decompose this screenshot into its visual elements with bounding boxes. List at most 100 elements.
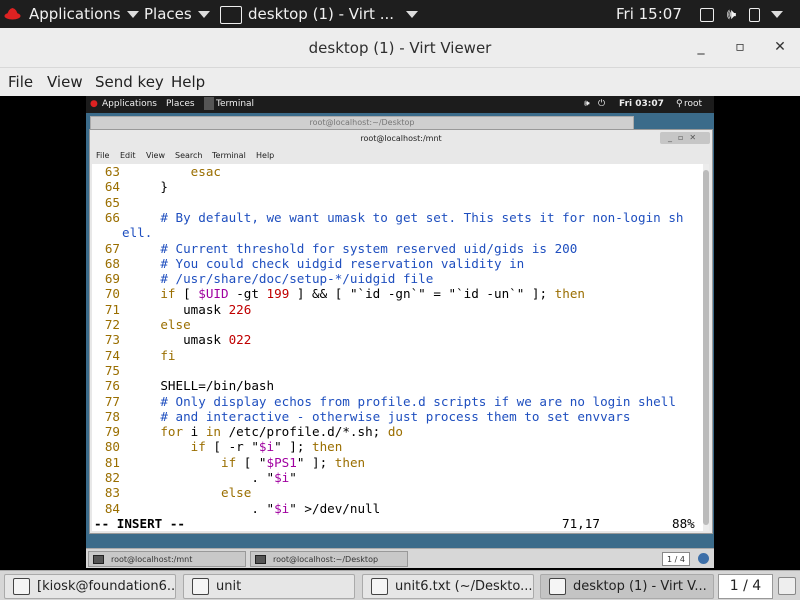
terminal-icon	[13, 578, 30, 595]
term-menu-terminal[interactable]: Terminal	[212, 151, 246, 160]
line-text: # You could check uidgid reservation val…	[130, 255, 525, 271]
host-top-panel: Applications Places desktop (1) - Virt .…	[0, 0, 800, 28]
places-menu[interactable]: Places	[144, 0, 210, 28]
viewer-titlebar: desktop (1) - Virt Viewer _ ▫ ✕	[0, 28, 800, 68]
terminal-title: root@localhost:/mnt	[360, 134, 442, 143]
terminal-window-controls[interactable]: _▫✕	[660, 132, 710, 144]
active-window-menu[interactable]: desktop (1) - Virt ...	[220, 0, 419, 28]
applications-menu[interactable]: Applications	[29, 0, 139, 28]
term-menu-help[interactable]: Help	[256, 151, 274, 160]
host-task-virt-viewer[interactable]: desktop (1) - Virt V...	[540, 574, 714, 599]
guest-top-panel: ● Applications Places Terminal 🕪 ⏻ Fri 0…	[86, 96, 714, 113]
host-workspace-pager[interactable]: 1 / 4	[718, 574, 773, 599]
line-number: 69	[104, 271, 120, 287]
host-task-label: unit	[216, 579, 242, 594]
power-icon: ⏻	[598, 99, 606, 109]
line-text: # /usr/share/doc/setup-*/uidgid file	[130, 271, 434, 287]
line-text: if [ -r "$i" ]; then	[190, 439, 343, 455]
guest-workspace-pager[interactable]: 1 / 4	[662, 552, 690, 566]
term-menu-edit[interactable]: Edit	[120, 151, 136, 160]
term-menu-file[interactable]: File	[96, 151, 109, 160]
guest-desktop[interactable]: ● Applications Places Terminal 🕪 ⏻ Fri 0…	[86, 96, 714, 568]
terminal-window[interactable]: root@localhost:/mnt _▫✕ File Edit View S…	[89, 129, 713, 534]
line-text: . "$i" >/dev/null	[130, 500, 381, 516]
editor-line: 80 if [ -r "$i" ]; then	[92, 439, 343, 455]
term-menu-search[interactable]: Search	[175, 151, 202, 160]
line-text: . "$i"	[130, 470, 297, 485]
viewer-title: desktop (1) - Virt Viewer	[308, 39, 492, 57]
status-icons[interactable]: 🕪	[700, 0, 783, 28]
line-number: 64	[104, 179, 120, 195]
editor-line: 74 fi	[92, 348, 176, 363]
guest-task-mnt[interactable]: root@localhost:/mnt	[88, 551, 246, 567]
chevron-down-icon	[197, 11, 210, 18]
line-number: 68	[104, 255, 120, 271]
guest-task-label: root@localhost:/mnt	[111, 555, 193, 564]
editor-line: 68 # You could check uidgid reservation …	[92, 256, 524, 271]
minimize-button[interactable]: _	[693, 39, 709, 55]
host-clock-label: Fri 15:07	[616, 5, 682, 23]
guest-clock[interactable]: Fri 03:07	[619, 99, 664, 109]
term-menu-view[interactable]: View	[146, 151, 165, 160]
volume-icon: 🕪	[726, 5, 737, 23]
host-clock[interactable]: Fri 15:07	[616, 0, 682, 28]
guest-notification-icon[interactable]	[698, 553, 709, 564]
menu-view[interactable]: View	[47, 73, 83, 91]
host-task-unit6[interactable]: unit6.txt (~/Deskto...	[362, 574, 534, 599]
background-terminal-titlebar[interactable]: root@localhost:~/Desktop	[90, 116, 634, 130]
menu-help[interactable]: Help	[171, 73, 205, 91]
guest-task-label: root@localhost:~/Desktop	[273, 555, 379, 564]
guest-places-menu[interactable]: Places	[166, 99, 195, 109]
guest-task-desktop[interactable]: root@localhost:~/Desktop	[250, 551, 408, 567]
battery-icon	[749, 7, 761, 22]
line-number: 67	[104, 240, 120, 256]
line-text: else	[160, 317, 191, 332]
editor-line: 76 SHELL=/bin/bash	[92, 378, 274, 393]
terminal-icon	[93, 555, 104, 564]
editor-line: 64 }	[92, 179, 168, 194]
accessibility-icon	[700, 7, 714, 22]
line-text: umask 022	[130, 332, 252, 348]
notification-icon[interactable]	[778, 577, 796, 595]
editor-line: 81 if [ "$PS1" ]; then	[92, 455, 365, 470]
line-text: for i in /etc/profile.d/*.sh; do	[160, 424, 403, 440]
line-text: else	[221, 485, 252, 501]
menu-send-key[interactable]: Send key	[95, 73, 164, 91]
guest-terminal-menu[interactable]: Terminal	[216, 99, 254, 109]
editor-line: 70 if [ $UID -gt 199 ] && [ "`id -gn`" =…	[92, 286, 585, 301]
close-button[interactable]: ✕	[772, 39, 788, 55]
monitor-icon	[549, 578, 566, 595]
line-text: fi	[160, 347, 176, 363]
editor-line: 84 . "$i" >/dev/null	[92, 501, 380, 516]
editor-line: 83 else	[92, 485, 252, 501]
host-task-label: unit6.txt (~/Deskto...	[395, 579, 533, 594]
editor-line: 72 else	[92, 317, 191, 332]
line-number: 75	[104, 362, 120, 378]
scrollbar-thumb[interactable]	[703, 170, 709, 525]
guest-taskbar: root@localhost:/mnt root@localhost:~/Des…	[86, 548, 714, 568]
line-number: 79	[104, 424, 120, 440]
redhat-icon	[4, 8, 21, 20]
host-task-unit[interactable]: unit	[183, 574, 355, 599]
viewer-menubar: File View Send key Help	[0, 68, 800, 96]
line-text: # and interactive - otherwise just proce…	[130, 408, 631, 424]
maximize-button[interactable]: ▫	[732, 39, 748, 55]
guest-user-menu[interactable]: root	[684, 99, 702, 109]
line-number: 83	[104, 485, 120, 501]
volume-icon: 🕪	[584, 99, 590, 109]
monitor-icon	[220, 5, 242, 24]
editor-line: 67 # Current threshold for system reserv…	[92, 240, 578, 256]
line-number: 70	[104, 286, 120, 302]
line-number: 80	[104, 439, 120, 455]
editor-line: 77 # Only display echos from profile.d s…	[92, 394, 676, 409]
line-number: 82	[104, 470, 120, 485]
line-number: 71	[104, 301, 120, 317]
terminal-scrollbar[interactable]	[703, 164, 709, 531]
menu-file[interactable]: File	[8, 73, 33, 91]
host-task-kiosk[interactable]: [kiosk@foundation6...	[4, 574, 176, 599]
line-number: 73	[104, 332, 120, 348]
terminal-text-area[interactable]: 63 esac 64 } 65 66 # By default, we want um…	[92, 164, 704, 531]
guest-applications-menu[interactable]: Applications	[102, 99, 157, 109]
line-text: if [ $UID -gt 199 ] && [ "`id -gn`" = "`…	[160, 286, 585, 302]
editor-line: 69 # /usr/share/doc/setup-*/uidgid file	[92, 271, 433, 286]
